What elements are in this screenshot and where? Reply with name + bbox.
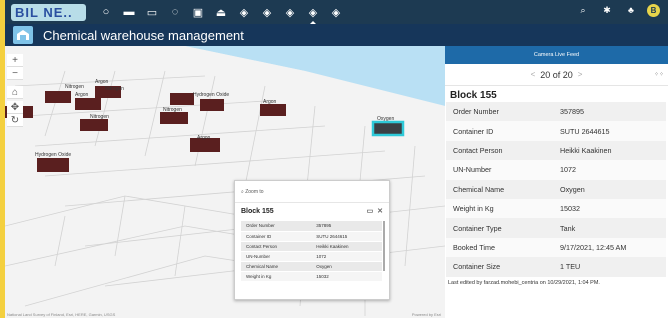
logo-text: BIL NE.. [15, 4, 73, 20]
previous-button[interactable]: < [531, 70, 536, 79]
app-logo[interactable]: BIL NE.. [11, 3, 86, 21]
zoom-in-button[interactable]: + [7, 54, 23, 67]
map-label: Oxygen [377, 116, 395, 122]
next-button[interactable]: > [578, 70, 583, 79]
table-row: Container Type Tank [446, 218, 666, 238]
calendar-icon[interactable]: ▣ [188, 2, 208, 22]
map-label: Nitrogen [90, 114, 109, 120]
table-row: Chemical Name Oxygen [241, 261, 382, 272]
table-row: UN-Number 1072 [241, 251, 382, 262]
details-table: Order Number 357895 Container ID SUTU 2644… [446, 102, 666, 277]
home-button[interactable]: ⌂ [7, 86, 23, 99]
toolbar-icons: ○ ▬ ▭ ◌ ▣ ⏏ ◈ ◈ ◈ ◈ ◈ [96, 2, 349, 25]
table-row: Container ID SUTU 2644615 [446, 121, 666, 141]
pager: < 20 of 20 > ⁘⁘ [445, 64, 668, 86]
page-title: Chemical warehouse management [43, 27, 244, 43]
popup-title: Block 155 [241, 207, 274, 215]
zoom-to-link[interactable]: ⌕ Zoom to [235, 181, 389, 203]
table-row: Order Number 357895 [241, 221, 382, 232]
block-title: Block 155 [450, 90, 497, 101]
layers-icon[interactable]: ◈ [303, 2, 323, 25]
map-label: Nitrogen [65, 84, 84, 90]
rotate-button[interactable]: ↻ [7, 114, 23, 127]
details-panel: Camera Live Feed < 20 of 20 > ⁘⁘ Block 1… [445, 46, 668, 318]
table-row: Container ID SUTU 2644615 [241, 231, 382, 242]
map-label: Nitrogen [105, 86, 124, 92]
table-row: Contact Person Heikki Kaakinen [446, 140, 666, 161]
circle-icon[interactable]: ○ [96, 2, 116, 22]
folder-icon[interactable]: ▬ [119, 2, 139, 22]
feature-popup: ⌕ Zoom to Block 155 ▭ ✕ Order Number 3578… [234, 180, 390, 300]
top-toolbar: BIL NE.. ○ ▬ ▭ ◌ ▣ ⏏ ◈ ◈ ◈ ◈ ◈ ⌕ ✱ ♣ B [5, 0, 668, 25]
pan-button[interactable]: ✥ [7, 101, 23, 114]
avatar[interactable]: B [647, 3, 660, 17]
map-label: Argon [197, 135, 211, 141]
table-row: Weight in Kg 15032 [446, 198, 666, 219]
map-attribution: National Land Survey of Finland, Esri, H… [7, 312, 116, 317]
map-label: Argon [263, 99, 277, 105]
table-row: Booked Time 9/17/2021, 12:45 AM [446, 237, 666, 258]
powered-by[interactable]: Powered by Esri [412, 312, 441, 317]
print-icon[interactable]: ⏏ [211, 2, 231, 22]
image-icon[interactable]: ▭ [142, 2, 162, 22]
map-view[interactable]: Argon Nitrogen Nitrogen Argon Nitrogen H… [5, 46, 445, 318]
dock-icon[interactable]: ▭ [367, 208, 374, 215]
table-row: Weight in Kg 15032 [241, 271, 382, 282]
table-row: UN-Number 1072 [446, 160, 666, 180]
search-icon[interactable]: ⌕ [576, 3, 590, 17]
map-label: Hydrogen Oxide [35, 152, 72, 158]
table-row: Order Number 357895 [446, 102, 666, 122]
map-label: Hydrogen Oxide [193, 92, 230, 98]
layers-icon[interactable]: ◈ [234, 2, 254, 22]
grid-icon[interactable]: ⁘⁘ [654, 71, 664, 78]
user-icon[interactable]: ♣ [624, 3, 638, 17]
zoom-out-button[interactable]: − [7, 67, 23, 80]
map-label: Argon [75, 92, 89, 98]
table-row: Container Size 1 TEU [446, 257, 666, 277]
search-icon[interactable]: ◌ [165, 2, 185, 22]
table-row: Contact Person Heikki Kaakinen [241, 241, 382, 252]
map-label: Nitrogen [163, 107, 182, 113]
close-icon[interactable]: ✕ [377, 208, 383, 215]
popup-scrollbar[interactable] [383, 221, 385, 271]
layers-icon[interactable]: ◈ [280, 2, 300, 22]
right-toolbar-icons: ⌕ ✱ ♣ B [566, 3, 660, 17]
table-row: Chemical Name Oxygen [446, 179, 666, 199]
layers-icon[interactable]: ◈ [257, 2, 277, 22]
layers-icon[interactable]: ◈ [326, 2, 346, 22]
app-header: Chemical warehouse management [5, 24, 668, 46]
map-label: Argon [95, 79, 109, 85]
last-edited: Last edited by farzad.mohebi_centria on … [448, 279, 600, 286]
pager-text: 20 of 20 [540, 69, 573, 80]
popup-table: Order Number 357895 Container ID SUTU 2644… [241, 221, 382, 282]
camera-live-feed[interactable]: Camera Live Feed [445, 46, 668, 64]
warehouse-icon [13, 26, 33, 44]
star-icon[interactable]: ✱ [600, 3, 614, 17]
